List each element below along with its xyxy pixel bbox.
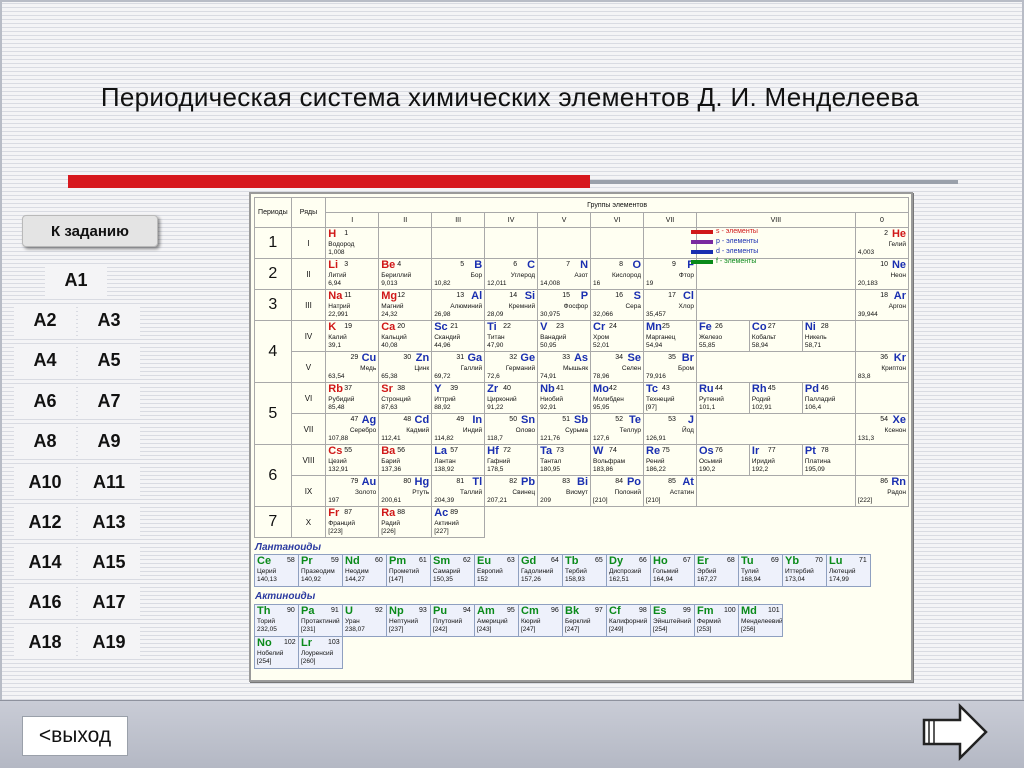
question-a5-button[interactable]: A5 [78,344,140,376]
group-header: II [378,212,433,228]
groups-header: Группы элементов [325,197,909,213]
periods-header: Периоды [254,197,292,228]
question-a12-button[interactable]: A12 [14,506,76,538]
group-header: VII [643,212,697,228]
page-title: Периодическая система химических элемент… [100,82,920,112]
group-header: III [431,212,486,228]
exit-button[interactable]: <выход [22,716,128,756]
periodic-table-image: Периоды Ряды Группы элементов I II III I… [249,192,913,682]
next-arrow-icon[interactable] [920,702,990,762]
group-header: I [325,212,380,228]
question-a15-button[interactable]: A15 [78,546,140,578]
group-header: VI [590,212,644,228]
to-task-button[interactable]: К заданию [22,215,158,247]
actinides-title: Актиноиды [255,591,316,602]
question-a17-button[interactable]: A17 [78,586,140,618]
title-accent-bar [68,175,590,188]
lanthanides-row: Ce 58 Церий 140,13 Pr 59 Празеодим 140,92 Nd 60… [254,554,871,587]
question-a2-button[interactable]: A2 [14,304,76,336]
group-header: IV [484,212,539,228]
actinides-row: Th 90 Торий 232,05 Pa 91 Протактиний [231] U 92… [254,604,783,669]
question-a11-button[interactable]: A11 [78,466,140,498]
element-cell: He 2 Гелий 4,003 [854,227,910,259]
question-a3-button[interactable]: A3 [78,304,140,336]
bottom-bar [0,700,1024,768]
periodic-table-grid: Периоды Ряды Группы элементов I II III I… [254,197,910,538]
question-a1-button[interactable]: A1 [45,264,107,296]
question-a19-button[interactable]: A19 [78,626,140,658]
question-a4-button[interactable]: A4 [14,344,76,376]
question-a7-button[interactable]: A7 [78,385,140,417]
question-a18-button[interactable]: A18 [14,626,76,658]
question-a14-button[interactable]: A14 [14,546,76,578]
group-header: 0 [854,212,910,228]
question-a13-button[interactable]: A13 [78,506,140,538]
question-a16-button[interactable]: A16 [14,586,76,618]
lanthanides-title: Лантаноиды [255,542,322,553]
question-a9-button[interactable]: A9 [78,425,140,457]
rows-header: Ряды [290,197,327,228]
group-header: V [537,212,592,228]
element-type-legend: s - элементы p - элементы d - элементы f… [691,227,758,267]
element-cell: H 1 Водород 1,008 [325,227,380,259]
question-a10-button[interactable]: A10 [14,466,76,498]
question-a6-button[interactable]: A6 [14,385,76,417]
group-header: VIII [695,212,856,228]
question-a8-button[interactable]: A8 [14,425,76,457]
